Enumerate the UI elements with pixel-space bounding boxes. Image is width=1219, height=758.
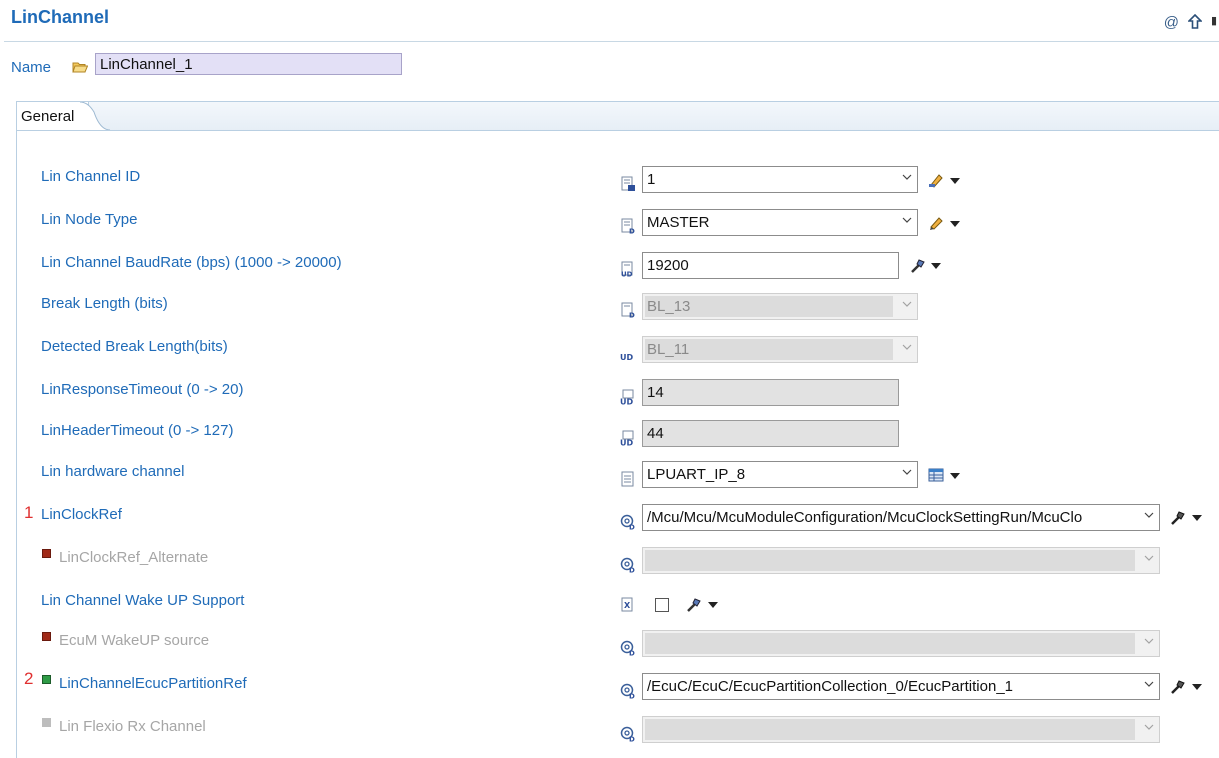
svg-text:UD: UD	[620, 439, 633, 447]
clock-ref-alt-combo	[642, 547, 1160, 574]
header-timeout-label: LinHeaderTimeout (0 -> 127)	[41, 422, 234, 439]
integer-type-icon	[621, 176, 635, 191]
integer-type-icon: UD	[621, 261, 633, 278]
tool-menu-arrow[interactable]	[950, 178, 960, 184]
wand-icon[interactable]	[686, 597, 702, 613]
chevron-down-icon	[1144, 510, 1154, 520]
name-label: Name	[11, 59, 52, 76]
svg-text:D: D	[629, 693, 635, 700]
pencil-icon[interactable]	[928, 215, 944, 231]
boolean-type-icon: X	[621, 597, 633, 612]
enum-type-icon: UD	[620, 353, 633, 362]
svg-text:D: D	[629, 567, 635, 574]
wand-icon[interactable]	[1170, 510, 1186, 526]
wand-icon[interactable]	[1170, 679, 1186, 695]
svg-text:D: D	[629, 736, 635, 743]
title-divider	[4, 41, 1219, 42]
svg-text:D: D	[629, 524, 635, 531]
break-length-combo: BL_13	[642, 293, 918, 320]
reference-type-icon: D	[620, 557, 635, 574]
flexio-rx-channel-combo	[642, 716, 1160, 743]
svg-text:UD: UD	[620, 353, 633, 362]
response-timeout-input: 14	[642, 379, 899, 406]
tab-strip	[16, 101, 1219, 131]
reference-type-icon: D	[620, 683, 635, 700]
chevron-down-icon	[902, 469, 912, 475]
ecuc-partition-ref-label: LinChannelEcucPartitionRef	[59, 675, 247, 692]
break-length-label: Break Length (bits)	[41, 295, 168, 312]
annotation-number-2: 2	[24, 669, 34, 688]
tool-menu-arrow[interactable]	[950, 473, 960, 479]
clock-ref-alt-label: LinClockRef_Alternate	[59, 549, 209, 566]
ecum-wakeup-source-combo	[642, 630, 1160, 657]
reference-type-icon: D	[620, 726, 635, 743]
table-icon[interactable]	[928, 467, 944, 483]
chevron-down-icon	[1144, 638, 1154, 644]
tab-general[interactable]: General	[17, 102, 89, 131]
partition-ref-marker	[42, 675, 51, 684]
chevron-down-icon	[1144, 555, 1154, 561]
wake-up-support-label: Lin Channel Wake UP Support	[41, 592, 245, 609]
clock-ref-label: LinClockRef	[41, 506, 122, 523]
svg-text:D: D	[629, 650, 635, 657]
chevron-down-icon	[902, 301, 912, 307]
svg-text:UD: UD	[621, 271, 633, 278]
chevron-down-icon	[1144, 681, 1154, 687]
annotation-number-1: 1	[24, 503, 34, 522]
tool-menu-arrow[interactable]	[950, 221, 960, 227]
integer-type-icon: UD	[620, 430, 634, 447]
baudrate-input[interactable]: 19200	[642, 252, 899, 279]
ecum-wakeup-source-label: EcuM WakeUP source	[59, 632, 210, 649]
up-arrow-icon[interactable]	[1187, 13, 1203, 33]
tab-general-edge	[80, 102, 110, 131]
disabled-item-marker	[42, 549, 51, 558]
open-folder-icon	[72, 62, 88, 73]
ecuc-partition-ref-combo[interactable]: /EcuC/EcuC/EcucPartitionCollection_0/Ecu…	[642, 673, 1160, 700]
chevron-down-icon	[902, 174, 912, 180]
calc-pencil-icon[interactable]	[928, 172, 944, 188]
chevron-down-icon	[902, 217, 912, 223]
reference-type-icon: D	[620, 514, 635, 531]
lin-channel-id-combo[interactable]: 1	[642, 166, 918, 193]
chevron-down-icon	[1144, 724, 1154, 730]
tool-menu-arrow[interactable]	[1192, 515, 1202, 521]
lin-node-type-combo[interactable]: MASTER	[642, 209, 918, 236]
enum-type-icon: D	[621, 302, 635, 319]
svg-text:UD: UD	[620, 398, 633, 406]
reference-type-icon: D	[620, 640, 635, 657]
tool-menu-arrow[interactable]	[708, 602, 718, 608]
header-toolbar: @ ▮	[1164, 13, 1217, 33]
at-link-icon[interactable]: @	[1164, 14, 1179, 33]
hardware-channel-label: Lin hardware channel	[41, 463, 185, 480]
general-panel	[16, 130, 1219, 758]
disabled-item-marker	[42, 632, 51, 641]
wand-icon[interactable]	[910, 258, 926, 274]
tool-menu-arrow[interactable]	[931, 263, 941, 269]
integer-type-icon: UD	[620, 389, 634, 406]
string-type-icon	[621, 471, 634, 487]
chevron-down-icon	[902, 344, 912, 350]
clock-ref-combo[interactable]: /Mcu/Mcu/McuModuleConfiguration/McuClock…	[642, 504, 1160, 531]
lin-node-type-label: Lin Node Type	[41, 211, 138, 228]
hardware-channel-combo[interactable]: LPUART_IP_8	[642, 461, 918, 488]
wake-up-support-checkbox[interactable]	[655, 598, 669, 612]
svg-text:X: X	[624, 601, 631, 610]
svg-text:D: D	[629, 228, 635, 235]
baudrate-label: Lin Channel BaudRate (bps) (1000 -> 2000…	[41, 254, 342, 271]
name-input[interactable]	[95, 53, 402, 75]
overflow-icon[interactable]: ▮	[1211, 14, 1217, 33]
flexio-rx-channel-label: Lin Flexio Rx Channel	[59, 718, 206, 735]
lin-channel-id-label: Lin Channel ID	[41, 168, 141, 185]
header-timeout-input: 44	[642, 420, 899, 447]
svg-text:D: D	[629, 312, 635, 319]
response-timeout-label: LinResponseTimeout (0 -> 20)	[41, 381, 244, 398]
editor-title: LinChannel	[11, 7, 109, 27]
detected-break-length-label: Detected Break Length(bits)	[41, 338, 228, 355]
enum-type-icon: D	[621, 218, 635, 235]
detected-break-length-combo: BL_11	[642, 336, 918, 363]
tool-menu-arrow[interactable]	[1192, 684, 1202, 690]
disabled-item-marker	[42, 718, 51, 727]
